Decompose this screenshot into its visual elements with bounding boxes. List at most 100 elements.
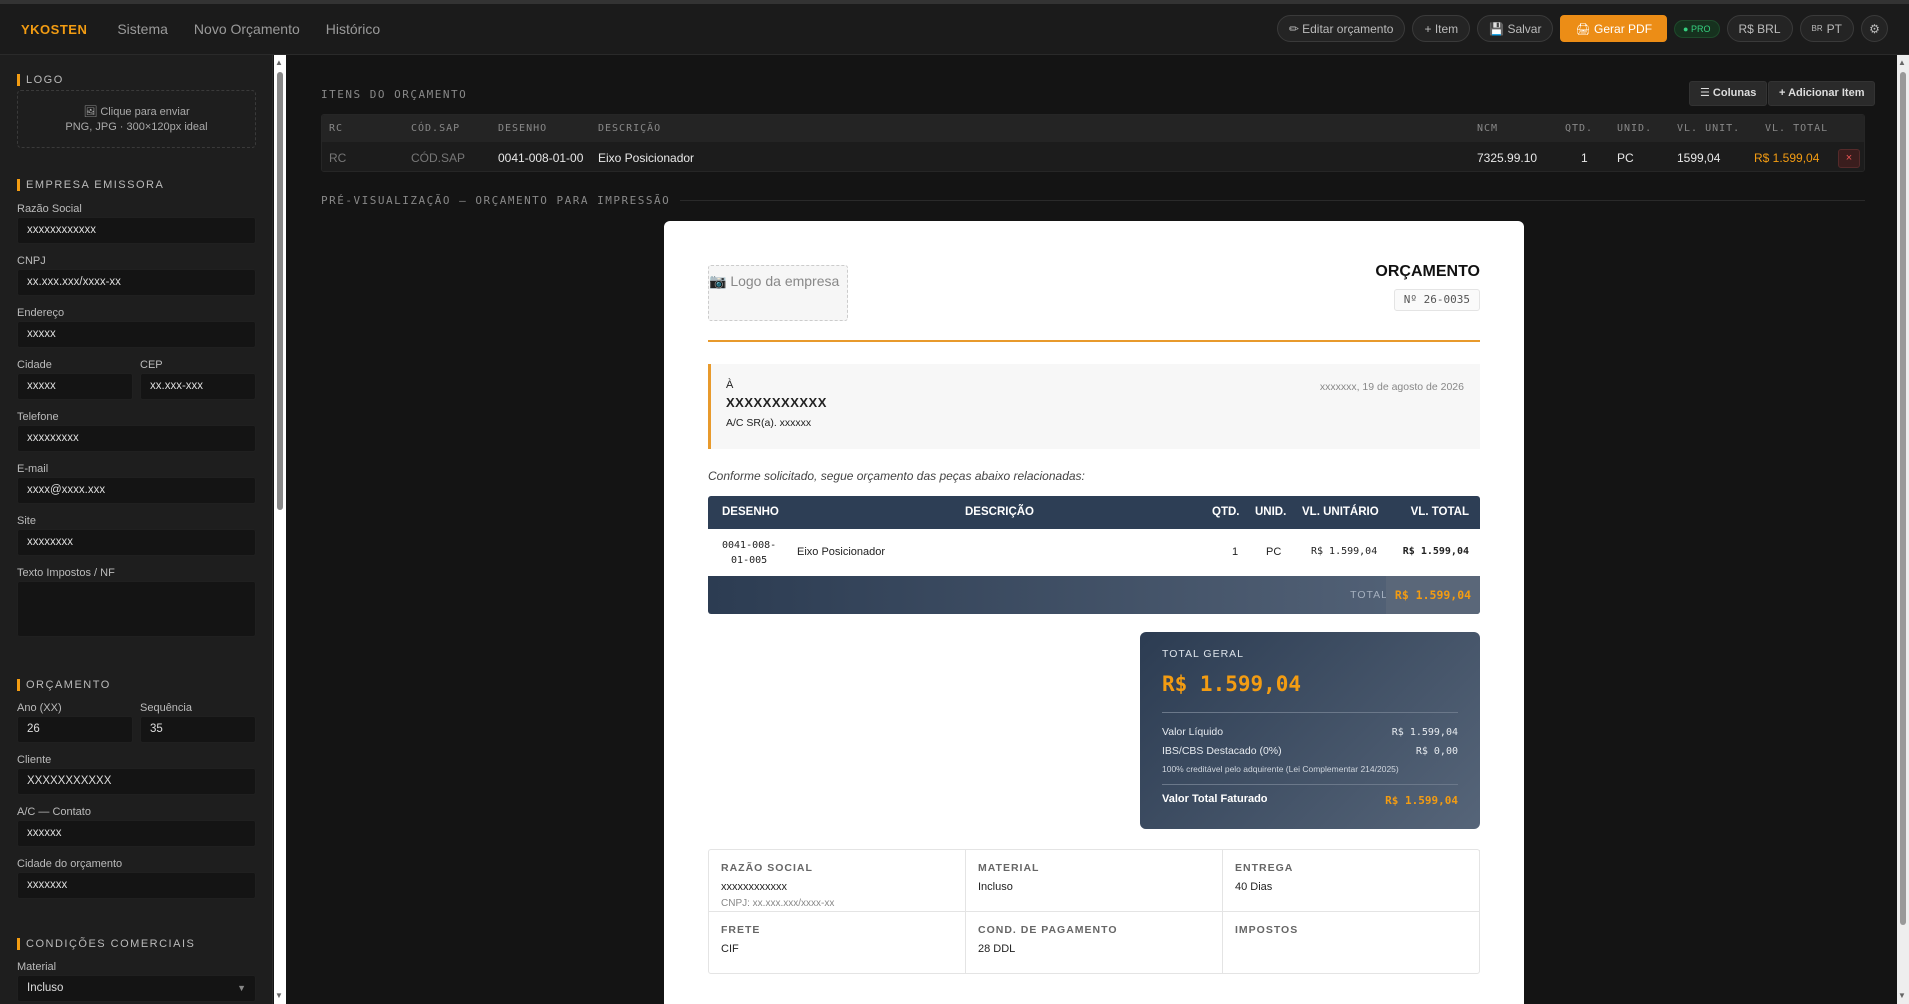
total-label: TOTAL (1350, 589, 1388, 601)
delete-item-button[interactable]: × (1838, 149, 1860, 168)
doc-cell-qtd: 1 (1232, 546, 1239, 558)
cell-unid[interactable]: PC (1617, 151, 1634, 165)
material-value: Incluso (27, 982, 64, 994)
col-sap: CÓD.SAP (411, 123, 461, 134)
cond-material-value: Incluso (978, 881, 1013, 893)
col-descricao: DESCRIÇÃO (598, 123, 662, 134)
page-scroll-down-icon[interactable]: ▼ (1898, 991, 1906, 1001)
document-table-header: DESENHO DESCRIÇÃO QTD. UNID. VL. UNITÁRI… (708, 496, 1480, 529)
logo-upload[interactable]: 🖼 Clique para enviar PNG, JPG · 300×120p… (17, 90, 256, 148)
cell-vl-unit[interactable]: 1599,04 (1677, 151, 1720, 165)
save-button[interactable]: 💾 Salvar (1477, 15, 1554, 42)
budget-document: 📷 Logo da empresa ORÇAMENTO Nº 26-0035 À… (664, 221, 1524, 1004)
nav-novo-orcamento[interactable]: Novo Orçamento (194, 21, 300, 37)
settings-button[interactable]: ⚙ (1861, 15, 1888, 42)
scroll-down-icon[interactable]: ▼ (275, 991, 283, 1001)
ano-input[interactable]: 26 (17, 716, 133, 743)
col-unid: UNID. (1617, 123, 1653, 134)
ibs-label: IBS/CBS Destacado (0%) (1162, 745, 1282, 757)
cidade-label: Cidade (17, 359, 52, 371)
razao-input[interactable]: xxxxxxxxxxxx (17, 217, 256, 244)
table-row[interactable]: RC CÓD.SAP 0041-008-01-00 Eixo Posiciona… (322, 142, 1864, 171)
doc-col-unid: UNID. (1255, 506, 1287, 518)
section-logo: LOGO (17, 74, 64, 86)
nav-sistema[interactable]: Sistema (117, 21, 168, 37)
generate-pdf-button[interactable]: 🖨 Gerar PDF (1560, 15, 1668, 42)
flag-icon: BR (1811, 24, 1823, 33)
cond-frete-value: CIF (721, 943, 739, 955)
seq-input[interactable]: 35 (140, 716, 256, 743)
language-label: PT (1826, 21, 1842, 36)
cliente-input[interactable]: XXXXXXXXXXX (17, 768, 256, 795)
pro-badge: ● PRO (1674, 19, 1720, 38)
cond-material: MATERIAL Incluso (966, 850, 1223, 912)
doc-cell-vl-unit: R$ 1.599,04 (1311, 546, 1378, 557)
ano-label: Ano (XX) (17, 702, 62, 714)
cond-pagamento-value: 28 DDL (978, 943, 1016, 955)
scroll-thumb[interactable] (277, 72, 283, 510)
cidade-orcamento-label: Cidade do orçamento (17, 858, 123, 870)
language-selector[interactable]: BR PT (1799, 15, 1854, 42)
site-input[interactable]: xxxxxxxx (17, 529, 256, 556)
main-content: ITENS DO ORÇAMENTO ☰ Colunas + Adicionar… (288, 55, 1897, 1004)
items-title: ITENS DO ORÇAMENTO (321, 88, 468, 101)
cond-entrega-key: ENTREGA (1235, 862, 1294, 874)
doc-cell-vl-total: R$ 1.599,04 (1402, 546, 1469, 557)
page-scroll-up-icon[interactable]: ▲ (1898, 58, 1906, 68)
edit-budget-button[interactable]: ✏ Editar orçamento (1276, 15, 1406, 42)
telefone-input[interactable]: xxxxxxxxx (17, 425, 256, 452)
page-scroll-thumb[interactable] (1900, 72, 1906, 925)
add-item-button[interactable]: + Item (1412, 15, 1471, 42)
section-commercial: CONDIÇÕES COMERCIAIS (17, 938, 195, 950)
sidebar-scrollbar[interactable]: ▲ ▼ (274, 55, 286, 1004)
gear-icon: ⚙ (1869, 21, 1880, 36)
header-divider (708, 340, 1480, 342)
cell-qtd[interactable]: 1 (1581, 151, 1588, 165)
preview-title: PRÉ-VISUALIZAÇÃO — ORÇAMENTO PARA IMPRES… (321, 194, 681, 207)
document-date: xxxxxxx, 19 de agosto de 2026 (1319, 381, 1464, 393)
cidade-input[interactable]: xxxxx (17, 373, 133, 400)
cell-descricao[interactable]: Eixo Posicionador (598, 151, 694, 165)
doc-cell-desenho-line2: 01-005 (731, 555, 768, 566)
nav-historico[interactable]: Histórico (326, 21, 380, 37)
liquido-value: R$ 1.599,04 (1391, 727, 1458, 738)
email-field[interactable]: xxxx@xxxx.xxx (17, 477, 256, 504)
endereco-input[interactable]: xxxxx (17, 321, 256, 348)
cond-razao-cnpj: CNPJ: xx.xxx.xxx/xxxx-xx (721, 898, 835, 909)
grand-total-label: TOTAL GERAL (1162, 648, 1244, 660)
cond-entrega: ENTREGA 40 Dias (1223, 850, 1480, 912)
razao-label: Razão Social (17, 203, 82, 215)
page-scrollbar[interactable]: ▲ ▼ (1897, 55, 1909, 1004)
seq-label: Sequência (140, 702, 192, 714)
scroll-up-icon[interactable]: ▲ (275, 58, 283, 68)
cnpj-input[interactable]: xx.xxx.xxx/xxxx-xx (17, 269, 256, 296)
impostos-textarea[interactable] (17, 581, 256, 637)
contato-label: A/C — Contato (17, 806, 91, 818)
cell-vl-total: R$ 1.599,04 (1754, 151, 1820, 165)
cond-entrega-value: 40 Dias (1235, 881, 1273, 893)
document-number: Nº 26-0035 (1393, 289, 1480, 311)
cliente-label: Cliente (17, 754, 52, 766)
section-budget: ORÇAMENTO (17, 679, 111, 691)
columns-button[interactable]: ☰ Colunas (1689, 81, 1768, 106)
cond-pagamento-key: COND. DE PAGAMENTO (978, 924, 1118, 936)
material-select[interactable]: Incluso ▼ (17, 975, 256, 1002)
cep-input[interactable]: xx.xxx-xxx (140, 373, 256, 400)
site-label: Site (17, 515, 36, 527)
cell-rc[interactable]: RC (329, 151, 346, 165)
add-item-table-button[interactable]: + Adicionar Item (1768, 81, 1876, 106)
document-title: ORÇAMENTO (1375, 263, 1480, 280)
card-divider (1162, 712, 1458, 713)
faturado-value: R$ 1.599,04 (1385, 794, 1458, 807)
chevron-down-icon: ▼ (237, 983, 246, 993)
contato-input[interactable]: xxxxxx (17, 820, 256, 847)
cell-sap[interactable]: CÓD.SAP (411, 151, 465, 165)
cidade-orcamento-input[interactable]: xxxxxxx (17, 872, 256, 899)
cond-pagamento: COND. DE PAGAMENTO 28 DDL (966, 912, 1223, 974)
ibs-value: R$ 0,00 (1415, 746, 1458, 757)
brand-logo[interactable]: YKOSTEN (21, 22, 87, 37)
document-total-row: TOTAL R$ 1.599,04 (708, 576, 1480, 614)
cell-ncm[interactable]: 7325.99.10 (1477, 151, 1537, 165)
cell-desenho[interactable]: 0041-008-01-00 (498, 151, 583, 165)
currency-selector[interactable]: R$ BRL (1726, 15, 1793, 42)
